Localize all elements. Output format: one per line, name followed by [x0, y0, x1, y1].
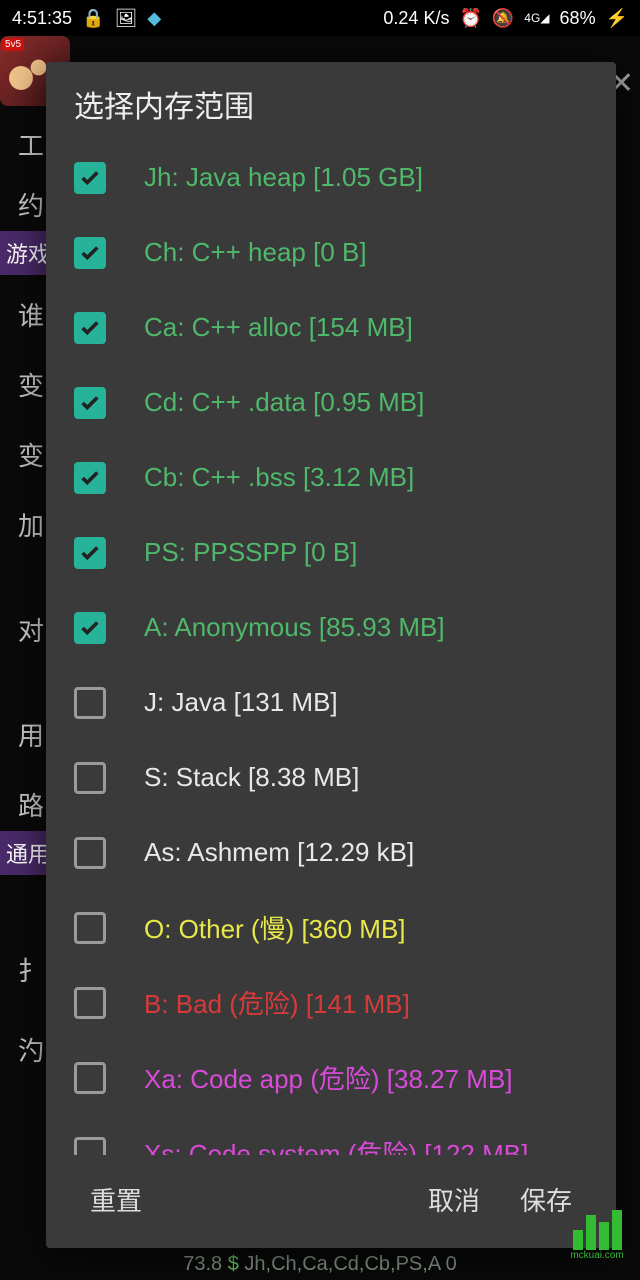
- reset-button[interactable]: 重置: [70, 1173, 162, 1226]
- memory-range-item[interactable]: Xa: Code app (危险) [38.27 MB]: [74, 1040, 616, 1115]
- checkbox[interactable]: [74, 1062, 106, 1094]
- memory-range-item[interactable]: Ch: C++ heap [0 B]: [74, 215, 616, 290]
- status-battery: 68%: [560, 8, 596, 29]
- image-icon: 🖼: [114, 8, 137, 29]
- memory-range-item[interactable]: S: Stack [8.38 MB]: [74, 740, 616, 815]
- memory-range-label: Xa: Code app (危险) [38.27 MB]: [144, 1059, 513, 1096]
- memory-range-item[interactable]: A: Anonymous [85.93 MB]: [74, 590, 616, 665]
- footer-status: 73.8 $ Jh,Ch,Ca,Cd,Cb,PS,A 0: [0, 1249, 640, 1280]
- checkbox[interactable]: [74, 762, 106, 794]
- checkbox[interactable]: [74, 987, 106, 1019]
- signal-icon: 4G◢: [524, 11, 549, 25]
- checkbox[interactable]: [74, 237, 106, 269]
- memory-range-label: Cb: C++ .bss [3.12 MB]: [144, 462, 414, 493]
- memory-range-label: A: Anonymous [85.93 MB]: [144, 612, 445, 643]
- memory-range-label: As: Ashmem [12.29 kB]: [144, 837, 414, 868]
- checkbox[interactable]: [74, 162, 106, 194]
- memory-range-label: Ch: C++ heap [0 B]: [144, 237, 367, 268]
- memory-range-label: S: Stack [8.38 MB]: [144, 762, 359, 793]
- checkbox[interactable]: [74, 312, 106, 344]
- status-time: 4:51:35: [12, 8, 72, 29]
- alarm-icon: ⏰: [459, 8, 481, 29]
- checkbox[interactable]: [74, 537, 106, 569]
- memory-range-item[interactable]: Cb: C++ .bss [3.12 MB]: [74, 440, 616, 515]
- memory-range-item[interactable]: O: Other (慢) [360 MB]: [74, 890, 616, 965]
- memory-range-label: Cd: C++ .data [0.95 MB]: [144, 387, 424, 418]
- memory-range-label: Xs: Code system (危险) [122 MB]: [144, 1134, 528, 1155]
- memory-range-label: J: Java [131 MB]: [144, 687, 338, 718]
- app-icon: ◆: [147, 8, 161, 29]
- charging-icon: ⚡: [606, 8, 628, 29]
- checkbox[interactable]: [74, 912, 106, 944]
- memory-range-label: O: Other (慢) [360 MB]: [144, 909, 406, 946]
- checkbox[interactable]: [74, 387, 106, 419]
- memory-range-label: Ca: C++ alloc [154 MB]: [144, 312, 413, 343]
- dialog-title: 选择内存范围: [46, 62, 616, 140]
- watermark-logo: mckuai.com: [562, 1210, 632, 1270]
- memory-range-list: Jh: Java heap [1.05 GB] Ch: C++ heap [0 B…: [46, 140, 616, 1155]
- statusbar: 4:51:35 🔒 🖼 ◆ 0.24 K/s ⏰ 🔕 4G◢ 68% ⚡: [0, 0, 640, 36]
- memory-range-item[interactable]: B: Bad (危险) [141 MB]: [74, 965, 616, 1040]
- memory-range-item[interactable]: As: Ashmem [12.29 kB]: [74, 815, 616, 890]
- memory-range-label: Jh: Java heap [1.05 GB]: [144, 162, 423, 193]
- status-netspeed: 0.24 K/s: [383, 8, 449, 29]
- checkbox[interactable]: [74, 612, 106, 644]
- memory-range-dialog: 选择内存范围 Jh: Java heap [1.05 GB] Ch: C++ he…: [46, 62, 616, 1248]
- memory-range-item[interactable]: PS: PPSSPP [0 B]: [74, 515, 616, 590]
- mute-icon: 🔕: [492, 8, 514, 29]
- memory-range-item[interactable]: Jh: Java heap [1.05 GB]: [74, 140, 616, 215]
- memory-range-item[interactable]: Cd: C++ .data [0.95 MB]: [74, 365, 616, 440]
- memory-range-label: B: Bad (危险) [141 MB]: [144, 984, 410, 1021]
- dialog-actions: 重置 取消 保存: [46, 1155, 616, 1248]
- checkbox[interactable]: [74, 462, 106, 494]
- lock-icon: 🔒: [82, 8, 104, 29]
- memory-range-item[interactable]: Ca: C++ alloc [154 MB]: [74, 290, 616, 365]
- checkbox[interactable]: [74, 837, 106, 869]
- memory-range-label: PS: PPSSPP [0 B]: [144, 537, 357, 568]
- memory-range-item[interactable]: Xs: Code system (危险) [122 MB]: [74, 1115, 616, 1155]
- memory-range-item[interactable]: J: Java [131 MB]: [74, 665, 616, 740]
- checkbox[interactable]: [74, 687, 106, 719]
- checkbox[interactable]: [74, 1137, 106, 1156]
- cancel-button[interactable]: 取消: [408, 1173, 500, 1226]
